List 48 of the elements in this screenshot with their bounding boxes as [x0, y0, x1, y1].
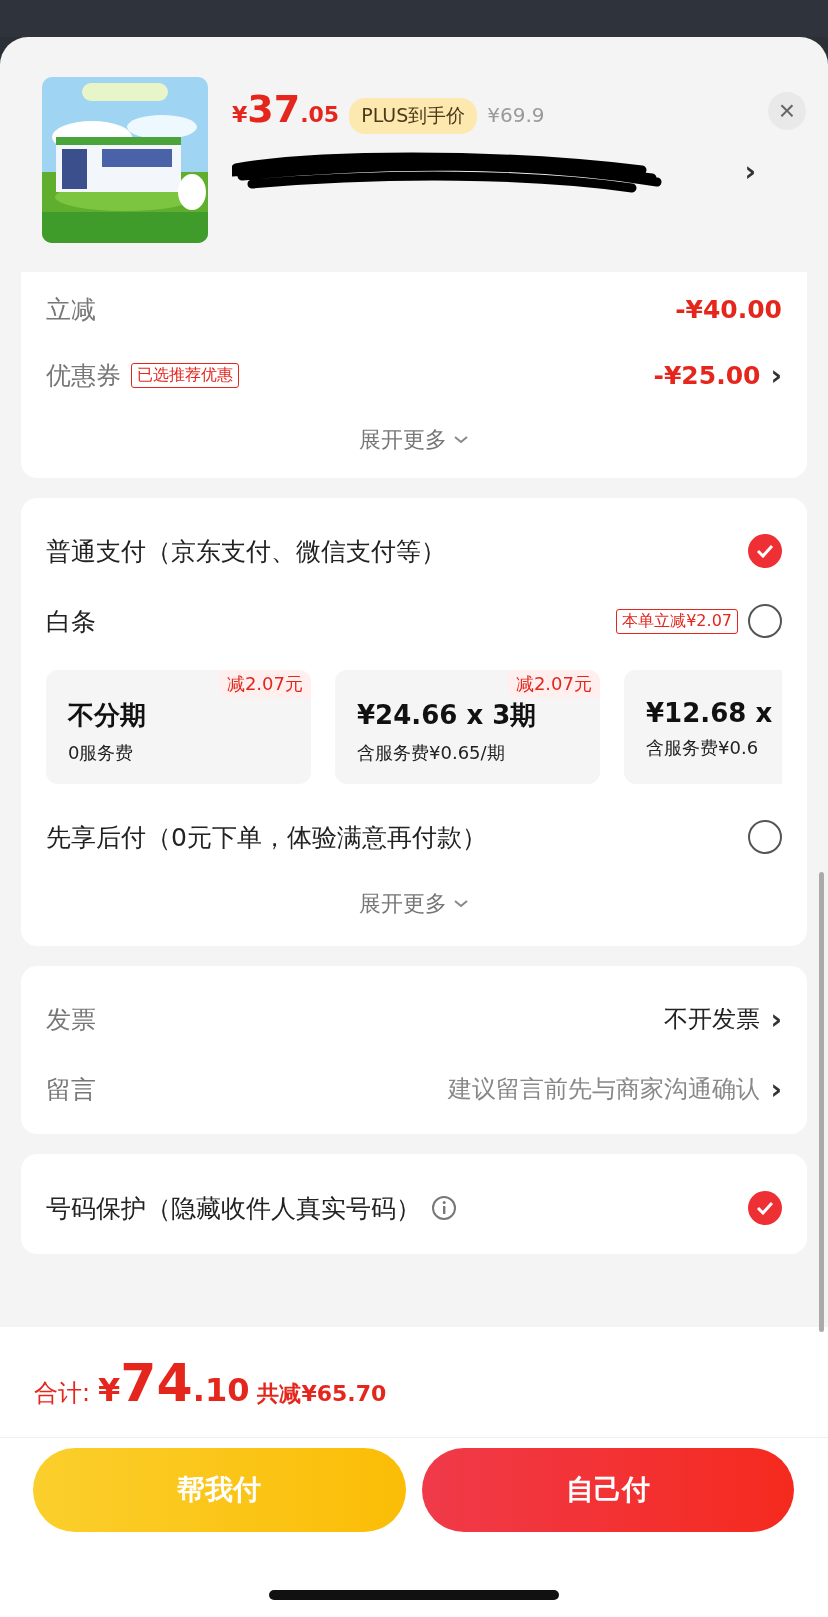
- service-fee: 含服务费¥0.65/期: [357, 741, 506, 765]
- total-price: ¥74.10: [98, 1353, 250, 1413]
- discount-label: 优惠券: [46, 359, 121, 392]
- expand-more-button[interactable]: 展开更多: [353, 872, 475, 936]
- price-tag: PLUS到手价: [349, 98, 478, 134]
- service-fee: 0服务费: [68, 741, 135, 765]
- address-chevron[interactable]: ›: [744, 154, 756, 188]
- payment-option[interactable]: 普通支付（京东支付、微信支付等）: [46, 534, 446, 568]
- field-label: 留言: [46, 1073, 96, 1106]
- chevron-down-icon: [453, 899, 469, 909]
- chevron-icon[interactable]: ›: [770, 1002, 782, 1036]
- installment-card[interactable]: 减2.07元 不分期 0服务费: [46, 670, 311, 784]
- discount-amount: -¥40.00: [675, 294, 782, 324]
- discount-badge: 减2.07元: [218, 670, 311, 698]
- total-savings: 共减¥65.70: [257, 1380, 387, 1408]
- product-price: ¥37.05: [232, 87, 340, 131]
- check-icon: [756, 544, 774, 558]
- checked-radio[interactable]: [748, 534, 782, 568]
- discount-amount: -¥25.00: [653, 360, 761, 390]
- installment-card[interactable]: 减2.07元 ¥24.66 x 3期 含服务费¥0.65/期: [335, 670, 600, 784]
- total-label: 合计:: [34, 1378, 91, 1409]
- chevron-down-icon: [453, 435, 469, 445]
- installment-title: 不分期: [68, 699, 147, 732]
- expand-more-button[interactable]: 展开更多: [353, 408, 475, 472]
- installment-title: ¥12.68 x: [646, 698, 773, 728]
- payment-option[interactable]: 先享后付（0元下单，体验满意再付款）: [46, 820, 487, 854]
- coupon-tag: 已选推荐优惠: [131, 362, 239, 388]
- payment-option[interactable]: 白条: [46, 604, 96, 638]
- chevron-icon[interactable]: ›: [770, 358, 782, 392]
- service-fee: 含服务费¥0.6: [646, 736, 760, 760]
- field-value[interactable]: 不开发票: [664, 1003, 761, 1035]
- chevron-icon[interactable]: ›: [770, 1072, 782, 1106]
- pay-button[interactable]: 自己付: [421, 1448, 794, 1532]
- installment-title: ¥24.66 x 3期: [357, 699, 538, 732]
- installment-card[interactable]: ¥12.68 x 含服务费¥0.6: [624, 670, 782, 784]
- close-button[interactable]: ×: [768, 91, 806, 130]
- info-icon[interactable]: [431, 1195, 457, 1221]
- original-price: ¥69.9: [487, 103, 545, 127]
- hint-text[interactable]: 建议留言前先与商家沟通确认: [448, 1073, 761, 1105]
- radio-button[interactable]: [748, 604, 782, 638]
- discount-badge: 减2.07元: [507, 670, 600, 698]
- discount-tag: 本单立减¥2.07: [616, 608, 738, 634]
- radio-button[interactable]: [748, 820, 782, 854]
- discount-label: 立减: [46, 293, 96, 326]
- checked-radio[interactable]: [748, 1191, 782, 1225]
- field-label: 发票: [46, 1003, 96, 1036]
- privacy-label: 号码保护（隐藏收件人真实号码）: [46, 1192, 421, 1225]
- check-icon: [756, 1201, 774, 1215]
